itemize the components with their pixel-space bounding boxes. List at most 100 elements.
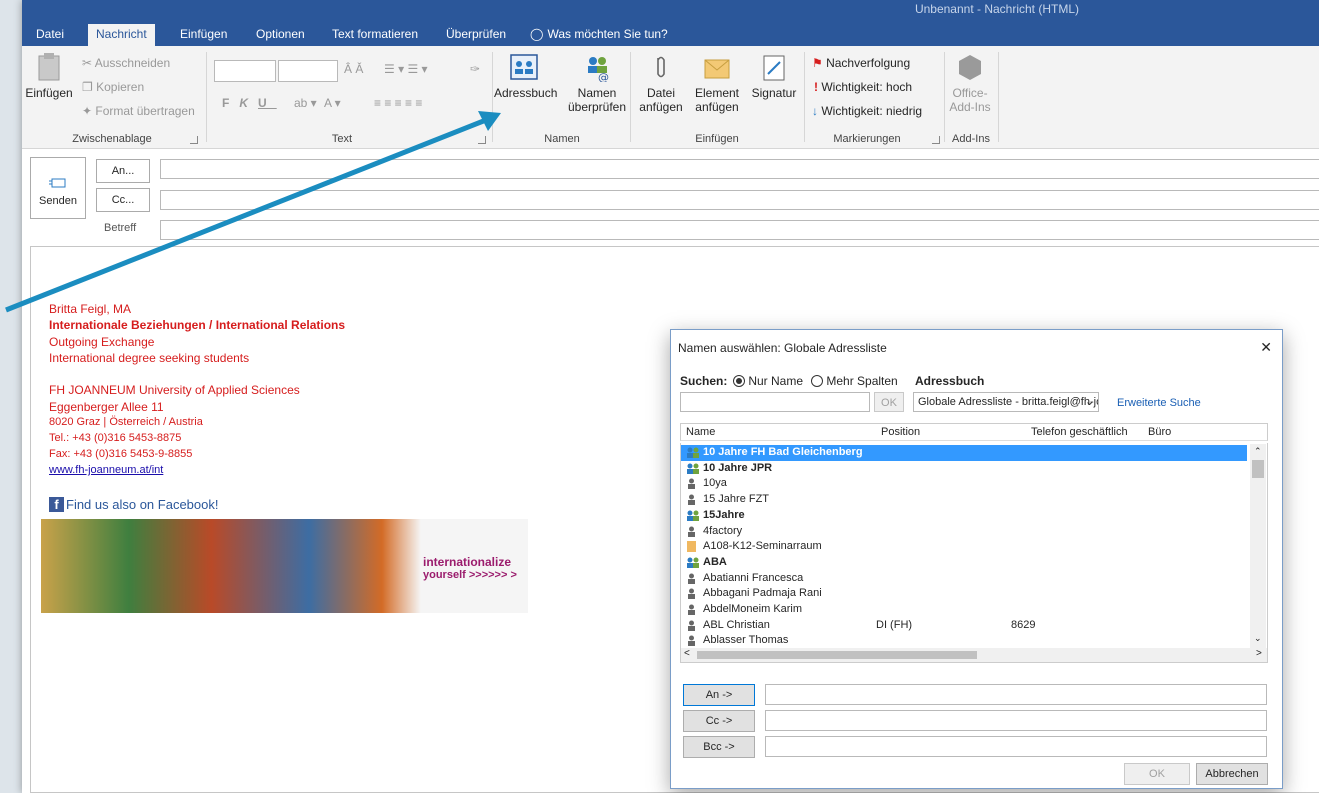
advanced-search-link[interactable]: Erweiterte Suche <box>1117 397 1201 409</box>
subject-field[interactable] <box>160 220 1319 240</box>
signature-city: 8020 Graz | Österreich / Austria <box>49 416 203 428</box>
tab-message[interactable]: Nachricht <box>88 24 155 46</box>
attach-item-button[interactable]: Element anfügen <box>688 52 746 114</box>
ok-button[interactable]: OK <box>1124 763 1190 785</box>
list-item[interactable]: ABA <box>681 555 1247 571</box>
high-importance-button[interactable]: ! Wichtigkeit: hoch <box>814 80 912 94</box>
signature-web-link[interactable]: www.fh-joanneum.at/int <box>49 464 163 476</box>
scroll-h-thumb[interactable] <box>697 651 977 659</box>
address-book-select[interactable]: Globale Adressliste - britta.feigl@fh-jo… <box>913 392 1099 412</box>
list-item[interactable]: Abatianni Francesca <box>681 571 1247 587</box>
signature-line-3: Outgoing Exchange <box>49 335 155 349</box>
list-item[interactable]: 15 Jahre FZT <box>681 492 1247 508</box>
scroll-thumb[interactable] <box>1252 460 1264 478</box>
follow-up-button[interactable]: ⚑ Nachverfolgung <box>812 56 910 70</box>
list-item[interactable]: 10 Jahre FH Bad Gleichenberg <box>681 445 1247 461</box>
signature-button[interactable]: Signatur <box>746 52 802 100</box>
list-item[interactable]: Ablasser Thomas <box>681 633 1247 649</box>
font-size-box[interactable] <box>278 60 338 82</box>
search-ok-button[interactable]: OK <box>874 392 904 412</box>
attach-file-button[interactable]: Datei anfügen <box>632 52 690 114</box>
send-button[interactable]: Senden <box>30 157 86 219</box>
tab-format-text[interactable]: Text formatieren <box>324 24 426 46</box>
tab-options[interactable]: Optionen <box>248 24 313 46</box>
list-item[interactable]: 10 Jahre JPR <box>681 461 1247 477</box>
chevron-down-icon: ⌄ <box>1085 396 1095 408</box>
format-painter-button[interactable]: ✦ Format übertragen <box>82 104 195 118</box>
office-addins-button[interactable]: Office- Add-Ins <box>946 52 994 114</box>
bullets-button[interactable]: ☰ ▾ ☰ ▾ <box>384 62 428 76</box>
column-header-position[interactable]: Position <box>881 426 920 438</box>
horizontal-scrollbar[interactable]: < > <box>681 648 1267 662</box>
check-names-label-2: überprüfen <box>567 100 627 114</box>
column-header-office[interactable]: Büro <box>1148 426 1171 438</box>
check-names-button[interactable]: @ Namen überprüfen <box>562 52 632 114</box>
vertical-scrollbar[interactable]: ⌃ ⌄ <box>1250 444 1266 648</box>
bcc-recipients-button[interactable]: Bcc -> <box>683 736 755 758</box>
cc-field[interactable] <box>160 190 1319 210</box>
bold-button[interactable]: F <box>222 96 239 110</box>
tab-review[interactable]: Überprüfen <box>438 24 514 46</box>
list-item[interactable]: ABL Christian DI (FH) 8629 <box>681 618 1247 634</box>
font-color-button[interactable]: A ▾ <box>324 96 341 110</box>
tab-insert[interactable]: Einfügen <box>172 24 235 46</box>
signature-line-4: International degree seeking students <box>49 351 250 365</box>
underline-button[interactable]: U <box>258 96 277 110</box>
dialog-close-button[interactable]: ✕ <box>1260 339 1272 356</box>
cc-recipients-field[interactable] <box>765 710 1267 731</box>
font-name-box[interactable] <box>214 60 276 82</box>
tab-file[interactable]: Datei <box>28 24 72 46</box>
attach-item-label-2: anfügen <box>695 100 739 114</box>
list-item[interactable]: 4factory <box>681 524 1247 540</box>
scroll-left-icon[interactable]: < <box>684 648 690 659</box>
group-label-clipboard: Zwischenablage <box>72 133 152 145</box>
list-item[interactable]: 15Jahre <box>681 508 1247 524</box>
text-launcher[interactable] <box>478 136 486 144</box>
column-header-name[interactable]: Name <box>686 426 715 438</box>
flag-icon: ⚑ <box>812 56 827 70</box>
window-title: Unbenannt - Nachricht (HTML) <box>914 2 1079 16</box>
clipboard-launcher[interactable] <box>190 136 198 144</box>
highlight-color-button[interactable]: ab ▾ <box>294 96 317 110</box>
banner-image: internationalize yourself >>>>>> > <box>41 519 528 613</box>
tell-me-box[interactable]: ◯ Was möchten Sie tun? <box>522 24 676 46</box>
address-book-button[interactable]: Adressbuch <box>494 52 557 100</box>
to-field[interactable] <box>160 159 1319 179</box>
list-item[interactable]: AbdelMoneim Karim <box>681 602 1247 618</box>
bcc-recipients-field[interactable] <box>765 736 1267 757</box>
to-button[interactable]: An... <box>96 159 150 183</box>
paste-button[interactable]: Einfügen <box>24 52 74 100</box>
envelope-icon <box>704 59 730 79</box>
attach-file-label-2: anfügen <box>639 100 683 114</box>
search-input[interactable] <box>680 392 870 412</box>
list-item[interactable]: 10ya <box>681 476 1247 492</box>
cancel-button[interactable]: Abbrechen <box>1196 763 1268 785</box>
clear-format-icon[interactable]: ✑ <box>470 62 480 76</box>
align-buttons[interactable]: ≡ ≡ ≡ ≡ ≡ <box>374 96 422 110</box>
low-importance-button[interactable]: ↓ Wichtigkeit: niedrig <box>812 104 922 118</box>
list-item[interactable]: A108-K12-Seminarraum <box>681 539 1247 555</box>
copy-button[interactable]: ❐ Kopieren <box>82 80 144 94</box>
list-item-name: 15 Jahre FZT <box>703 493 770 506</box>
scroll-right-icon[interactable]: > <box>1256 648 1262 659</box>
to-recipients-field[interactable] <box>765 684 1267 705</box>
scroll-up-icon[interactable]: ⌃ <box>1254 446 1262 457</box>
send-label: Senden <box>39 195 77 207</box>
cut-label: Ausschneiden <box>94 56 171 70</box>
to-recipients-button[interactable]: An -> <box>683 684 755 706</box>
list-item[interactable]: Abbagani Padmaja Rani <box>681 586 1247 602</box>
radio-more-columns[interactable]: Mehr Spalten <box>811 374 898 388</box>
high-importance-label: Wichtigkeit: hoch <box>821 80 913 94</box>
cc-recipients-button[interactable]: Cc -> <box>683 710 755 732</box>
italic-button[interactable]: K <box>239 96 258 110</box>
font-size-buttons[interactable]: Â Ǎ <box>344 62 363 76</box>
cut-button[interactable]: ✂ Ausschneiden <box>82 56 170 70</box>
tags-launcher[interactable] <box>932 136 940 144</box>
scroll-down-icon[interactable]: ⌄ <box>1254 633 1262 644</box>
facebook-link[interactable]: f Find us also on Facebook! <box>49 497 218 512</box>
paperclip-icon <box>657 56 665 78</box>
cc-button[interactable]: Cc... <box>96 188 150 212</box>
radio-name-only[interactable]: Nur Name <box>733 374 803 388</box>
attach-item-label-1: Element <box>694 86 740 100</box>
column-header-phone[interactable]: Telefon geschäftlich <box>1031 426 1128 438</box>
